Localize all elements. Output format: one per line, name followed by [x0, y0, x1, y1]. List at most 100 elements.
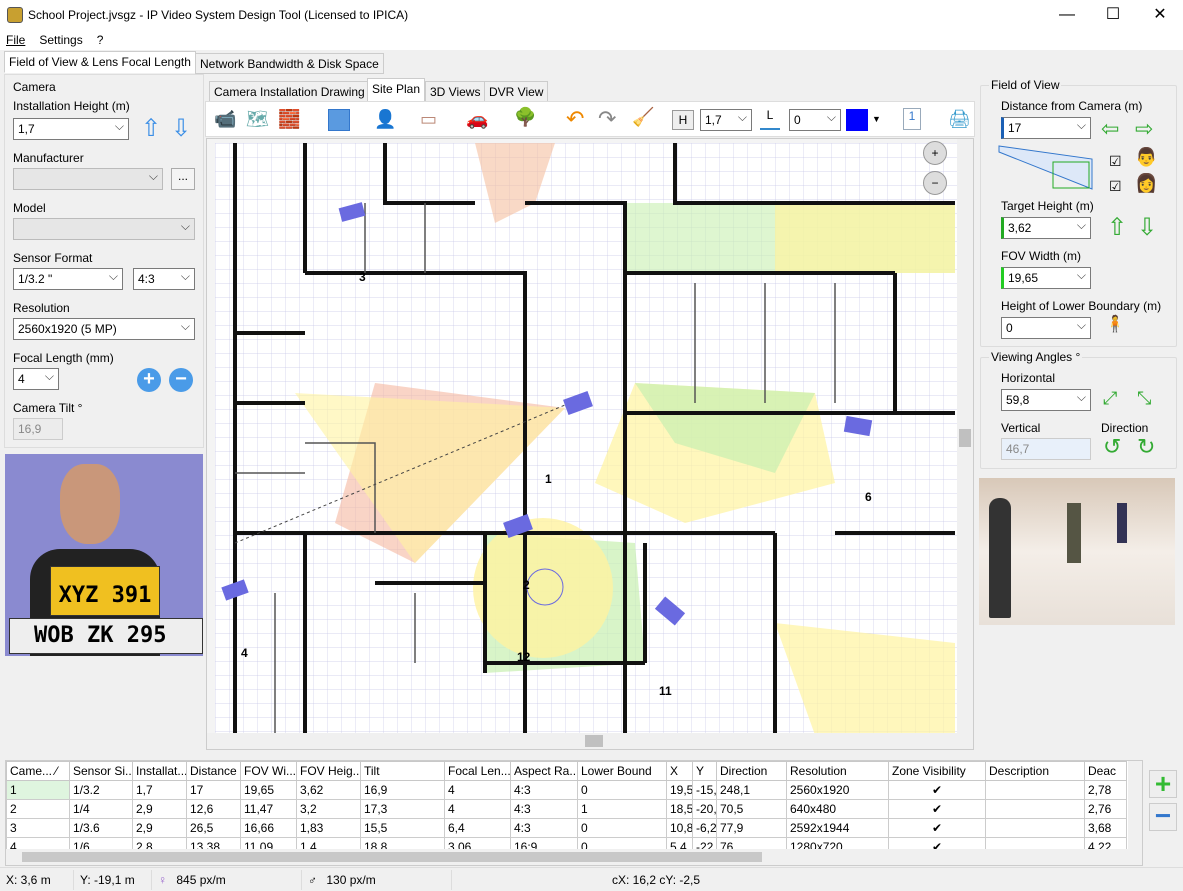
arrow-down-green-icon[interactable]: ⇩ [1137, 216, 1157, 240]
column-header[interactable]: Description [985, 761, 1085, 781]
table-cell[interactable]: 1,83 [296, 818, 361, 838]
zoom-out-focal-icon[interactable]: − [169, 368, 193, 392]
expand-icon[interactable]: ⤢ [1103, 389, 1117, 407]
table-cell[interactable]: 16,66 [240, 818, 297, 838]
box-tool-icon[interactable] [328, 109, 350, 131]
resolution-select[interactable]: 2560x1920 (5 MP) [13, 318, 195, 340]
menu-help[interactable]: ? [97, 33, 104, 47]
table-cell[interactable]: 16,9 [360, 780, 445, 800]
arrow-up-green-icon[interactable]: ⇧ [1107, 216, 1127, 240]
arrow-up-icon[interactable]: ⇧ [141, 117, 161, 141]
arrow-right-icon[interactable]: ⇨ [1135, 118, 1153, 140]
vertical-angle-field[interactable]: 46,7 [1001, 438, 1091, 460]
column-header[interactable]: Came... ⁄ [6, 761, 70, 781]
table-cell[interactable]: 17,3 [360, 799, 445, 819]
column-header[interactable]: Aspect Ra... [510, 761, 578, 781]
redo-icon[interactable]: ↷ [598, 108, 616, 130]
focal-length-select[interactable]: 4 [13, 368, 59, 390]
column-header[interactable]: Y [692, 761, 717, 781]
table-cell[interactable]: 640x480 [786, 799, 889, 819]
site-plan-canvas[interactable]: 3 1 2 4 6 11 12 [215, 143, 965, 735]
table-cell[interactable]: 2,76 [1084, 799, 1127, 819]
arrow-left-icon[interactable]: ⇦ [1101, 118, 1119, 140]
checkbox-checked[interactable]: ☑ [1109, 154, 1122, 168]
arrow-down-icon[interactable]: ⇩ [171, 117, 191, 141]
zoom-in-focal-icon[interactable]: + [137, 368, 161, 392]
table-cell[interactable]: 3,68 [1084, 818, 1127, 838]
column-header[interactable]: Deac [1084, 761, 1127, 781]
table-cell[interactable]: 2560x1920 [786, 780, 889, 800]
table-cell[interactable]: 15,5 [360, 818, 445, 838]
zoom-out-icon[interactable]: − [923, 171, 947, 195]
table-cell[interactable]: 77,9 [716, 818, 787, 838]
menu-file[interactable]: File [6, 33, 25, 47]
table-cell[interactable]: 12,6 [186, 799, 241, 819]
rotate-left-icon[interactable]: ↺ [1103, 436, 1121, 458]
column-header[interactable]: Direction [716, 761, 787, 781]
collapse-icon[interactable]: ⤡ [1137, 389, 1151, 407]
wall-tool-icon[interactable]: 🧱 [278, 110, 300, 128]
table-cell[interactable]: 0 [577, 818, 667, 838]
table-cell[interactable] [985, 799, 1085, 819]
add-camera-button[interactable]: + [1149, 770, 1177, 798]
table-cell[interactable]: 4 [444, 799, 511, 819]
clear-brush-icon[interactable]: 🧹 [632, 108, 654, 126]
horizontal-scrollbar[interactable] [207, 733, 973, 749]
tree-tool-icon[interactable]: 🌳 [514, 108, 536, 126]
table-cell[interactable]: 1,7 [132, 780, 187, 800]
column-header[interactable]: Tilt [360, 761, 445, 781]
table-cell[interactable]: 6,4 [444, 818, 511, 838]
maximize-button[interactable]: ☐ [1090, 0, 1136, 30]
table-cell[interactable] [985, 780, 1085, 800]
zoom-in-icon[interactable]: + [923, 141, 947, 165]
table-cell[interactable]: 3,2 [296, 799, 361, 819]
table-cell[interactable]: 2592x1944 [786, 818, 889, 838]
column-header[interactable]: Focal Len... [444, 761, 511, 781]
installation-height-select[interactable]: 1,7 [13, 118, 129, 140]
color-dropdown-icon[interactable]: ▼ [872, 114, 881, 124]
table-cell[interactable]: 2,9 [132, 818, 187, 838]
tab-dvr-view[interactable]: DVR View [484, 81, 549, 102]
remove-camera-button[interactable]: − [1149, 802, 1177, 831]
table-cell[interactable]: 248,1 [716, 780, 787, 800]
table-cell[interactable]: 2 [6, 799, 70, 819]
table-row[interactable]: 11/3.21,71719,653,6216,944:3019,5-15,424… [6, 780, 1127, 800]
tab-network-bandwidth[interactable]: Network Bandwidth & Disk Space [195, 53, 384, 74]
table-cell[interactable]: -20,5 [692, 799, 717, 819]
table-cell[interactable]: 17 [186, 780, 241, 800]
scanner-icon[interactable]: 🖨 [948, 110, 971, 128]
table-horizontal-scrollbar[interactable] [6, 849, 1142, 865]
distance-select[interactable]: 17 [1001, 117, 1091, 139]
column-header[interactable]: Zone Visibility [888, 761, 986, 781]
aspect-ratio-select[interactable]: 4:3 [133, 268, 195, 290]
minimize-button[interactable]: — [1044, 0, 1090, 30]
table-cell[interactable]: 1/3.6 [69, 818, 133, 838]
model-select[interactable] [13, 218, 195, 240]
table-vertical-scrollbar[interactable] [1128, 761, 1142, 849]
target-height-select[interactable]: 3,62 [1001, 217, 1091, 239]
undo-icon[interactable]: ↶ [566, 108, 584, 130]
checkbox-checked[interactable]: ☑ [1109, 179, 1122, 193]
table-cell[interactable]: -15,4 [692, 780, 717, 800]
camera-tilt-field[interactable]: 16,9 [13, 418, 63, 440]
column-header[interactable]: Resolution [786, 761, 889, 781]
tab-camera-installation-drawing[interactable]: Camera Installation Drawing [209, 81, 370, 102]
table-cell[interactable]: 4:3 [510, 818, 578, 838]
zone-visibility-checkbox[interactable]: ✔ [888, 780, 986, 800]
zone-visibility-checkbox[interactable]: ✔ [888, 799, 986, 819]
manufacturer-select[interactable] [13, 168, 163, 190]
horizontal-angle-select[interactable]: 59,8 [1001, 389, 1091, 411]
car-tool-icon[interactable]: 🚗 [466, 110, 488, 128]
fov-width-select[interactable]: 19,65 [1001, 267, 1091, 289]
column-header[interactable]: Distance [186, 761, 241, 781]
column-header[interactable]: FOV Wi... [240, 761, 297, 781]
table-cell[interactable]: 0 [577, 780, 667, 800]
floor-plan-tool-icon[interactable]: 🗺 [246, 110, 269, 128]
camera-tool-icon[interactable]: 📹 [214, 110, 236, 128]
layer-icon[interactable]: 1 [903, 108, 921, 130]
table-cell[interactable]: 19,5 [666, 780, 693, 800]
table-cell[interactable]: 10,8 [666, 818, 693, 838]
table-row[interactable]: 3 1/3.6 2,9 26,5 16,66 1,83 15,5 6,4 4:3 0 10,8 -6,… [6, 818, 1127, 838]
table-cell[interactable]: 70,5 [716, 799, 787, 819]
table-cell[interactable]: 4 [444, 780, 511, 800]
